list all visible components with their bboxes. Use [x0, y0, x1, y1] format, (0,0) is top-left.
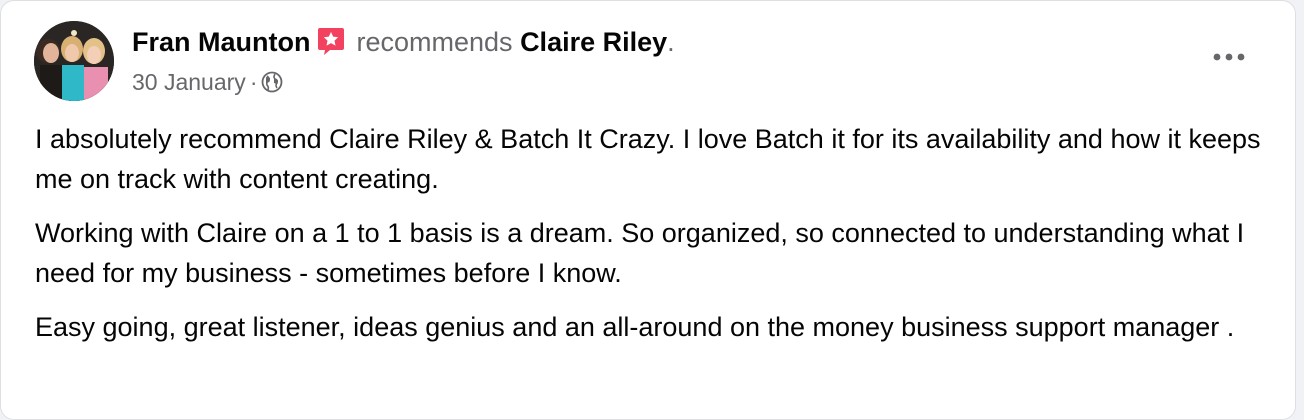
post-paragraph: Working with Claire on a 1 to 1 basis is…	[35, 218, 1245, 288]
avatar[interactable]	[34, 21, 114, 101]
more-options-icon[interactable]	[1209, 41, 1249, 73]
meta-separator: ·	[249, 69, 258, 95]
globe-icon[interactable]	[261, 71, 283, 93]
target-suffix: .	[667, 27, 675, 57]
author-name[interactable]: Fran Maunton	[132, 27, 310, 57]
recommendation-post-card: Fran Maunton recommends Claire Riley. 30…	[0, 0, 1296, 420]
recommendation-star-icon	[316, 26, 346, 56]
post-body: I absolutely recommend Claire Riley & Ba…	[35, 119, 1275, 361]
post-date[interactable]: 30 January	[132, 69, 246, 95]
post-header-line: Fran Maunton recommends Claire Riley.	[132, 23, 675, 61]
post-meta: 30 January ·	[132, 67, 283, 97]
post-paragraph: I absolutely recommend Claire Riley & Ba…	[35, 124, 1261, 194]
recommended-page-name[interactable]: Claire Riley	[520, 27, 667, 57]
recommends-text: recommends	[356, 27, 513, 57]
post-paragraph: Easy going, great listener, ideas genius…	[35, 312, 1235, 342]
